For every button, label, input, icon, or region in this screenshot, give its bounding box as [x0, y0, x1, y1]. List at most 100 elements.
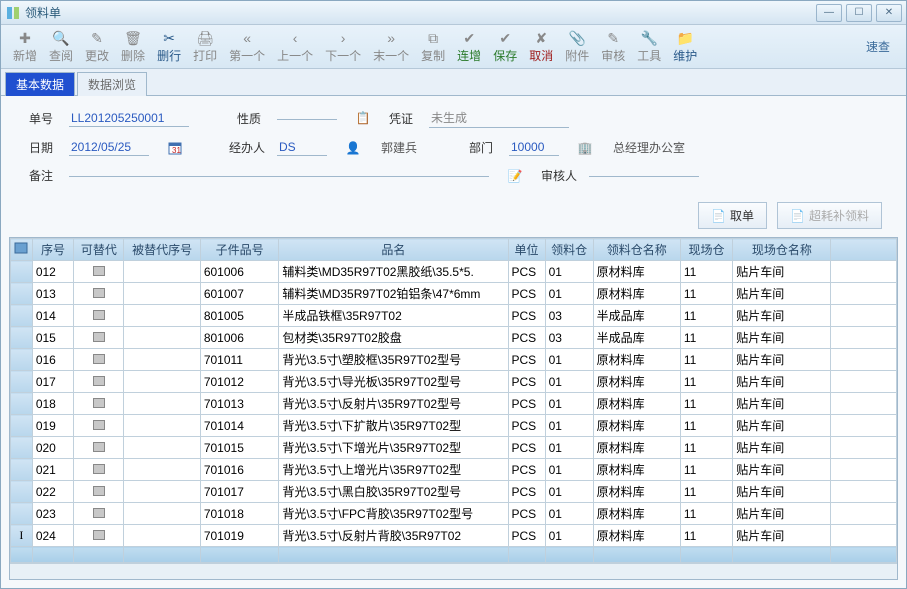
cell[interactable]: PCS [508, 283, 545, 305]
cell[interactable] [124, 415, 200, 437]
toolbar-删行[interactable]: ✂删行 [151, 27, 187, 66]
cell[interactable]: PCS [508, 415, 545, 437]
cell[interactable] [124, 349, 200, 371]
cell[interactable]: 背光\3.5寸\反射片背胶\35R97T02 [279, 525, 508, 547]
cell[interactable]: 背光\3.5寸\FPC背胶\35R97T02型号 [279, 503, 508, 525]
cell[interactable]: PCS [508, 261, 545, 283]
cell[interactable] [124, 525, 200, 547]
cell[interactable]: 013 [32, 283, 73, 305]
cell[interactable]: 背光\3.5寸\黑白胶\35R97T02型号 [279, 481, 508, 503]
cell[interactable]: 原材料库 [593, 481, 680, 503]
cell[interactable]: 原材料库 [593, 393, 680, 415]
cell[interactable] [11, 261, 33, 283]
cell[interactable]: 原材料库 [593, 437, 680, 459]
cell[interactable]: 701017 [200, 481, 279, 503]
table-row[interactable]: 017701012背光\3.5寸\导光板\35R97T02型号PCS01原材料库… [11, 371, 897, 393]
cell[interactable]: 贴片车间 [733, 327, 831, 349]
cell[interactable]: 原材料库 [593, 525, 680, 547]
cell[interactable]: 贴片车间 [733, 437, 831, 459]
col-header[interactable]: 子件品号 [200, 239, 279, 261]
cell[interactable]: PCS [508, 371, 545, 393]
cell[interactable]: 半成品库 [593, 305, 680, 327]
replaceable-checkbox[interactable] [74, 481, 124, 503]
cell[interactable]: 贴片车间 [733, 525, 831, 547]
replaceable-checkbox[interactable] [74, 261, 124, 283]
cell[interactable]: 原材料库 [593, 415, 680, 437]
cell[interactable]: 贴片车间 [733, 283, 831, 305]
cell[interactable] [124, 371, 200, 393]
row-selector-header[interactable] [11, 239, 33, 261]
tab-data-browse[interactable]: 数据浏览 [77, 72, 147, 96]
cell[interactable]: PCS [508, 327, 545, 349]
cell[interactable]: PCS [508, 305, 545, 327]
col-header[interactable]: 序号 [32, 239, 73, 261]
cell[interactable]: 801006 [200, 327, 279, 349]
toolbar-上一个[interactable]: ‹上一个 [271, 27, 319, 66]
cell[interactable]: 01 [545, 481, 593, 503]
cell[interactable]: 01 [545, 437, 593, 459]
table-row[interactable]: 021701016背光\3.5寸\上增光片\35R97T02型PCS01原材料库… [11, 459, 897, 481]
toolbar-审核[interactable]: ✎审核 [595, 27, 631, 66]
cell[interactable] [11, 481, 33, 503]
cell[interactable]: 03 [545, 305, 593, 327]
cell[interactable] [124, 283, 200, 305]
cell[interactable]: 11 [680, 525, 732, 547]
cell[interactable]: 贴片车间 [733, 371, 831, 393]
table-row[interactable]: 014801005半成品铁框\35R97T02PCS03半成品库11贴片车间 [11, 305, 897, 327]
horizontal-scrollbar[interactable] [10, 563, 897, 579]
quick-search-link[interactable]: 速查 [866, 38, 890, 55]
toolbar-打印[interactable]: 🖨打印 [187, 27, 223, 66]
cell[interactable]: 11 [680, 283, 732, 305]
cell[interactable]: 024 [32, 525, 73, 547]
replaceable-checkbox[interactable] [74, 503, 124, 525]
note-icon[interactable]: 📝 [507, 168, 523, 184]
cell[interactable] [11, 415, 33, 437]
cell[interactable]: 11 [680, 305, 732, 327]
cell[interactable] [831, 459, 897, 481]
cell[interactable]: 016 [32, 349, 73, 371]
cell[interactable]: 01 [545, 349, 593, 371]
cell[interactable]: 701013 [200, 393, 279, 415]
cell[interactable]: 原材料库 [593, 283, 680, 305]
cell[interactable]: PCS [508, 525, 545, 547]
cell[interactable]: PCS [508, 437, 545, 459]
cell[interactable]: 01 [545, 261, 593, 283]
cell[interactable]: 背光\3.5寸\导光板\35R97T02型号 [279, 371, 508, 393]
cell[interactable]: 701014 [200, 415, 279, 437]
cell[interactable]: 01 [545, 525, 593, 547]
cell[interactable]: PCS [508, 349, 545, 371]
cell[interactable]: 022 [32, 481, 73, 503]
cell[interactable]: 021 [32, 459, 73, 481]
cell[interactable]: 背光\3.5寸\反射片\35R97T02型号 [279, 393, 508, 415]
replaceable-checkbox[interactable] [74, 459, 124, 481]
field-date[interactable]: 2012/05/25 [69, 139, 149, 156]
field-nature[interactable] [277, 117, 337, 120]
cell[interactable]: 贴片车间 [733, 415, 831, 437]
cell[interactable]: 贴片车间 [733, 503, 831, 525]
cell[interactable] [124, 459, 200, 481]
cell[interactable]: 辅料类\MD35R97T02黑胶纸\35.5*5. [279, 261, 508, 283]
col-header[interactable]: 单位 [508, 239, 545, 261]
replaceable-checkbox[interactable] [74, 327, 124, 349]
col-header[interactable]: 被替代序号 [124, 239, 200, 261]
replaceable-checkbox[interactable] [74, 349, 124, 371]
toolbar-附件[interactable]: 📎附件 [559, 27, 595, 66]
cell[interactable]: 701011 [200, 349, 279, 371]
field-remark[interactable] [69, 174, 489, 177]
cell[interactable] [124, 327, 200, 349]
cell[interactable]: PCS [508, 393, 545, 415]
replaceable-checkbox[interactable] [74, 437, 124, 459]
cell[interactable]: 11 [680, 415, 732, 437]
replaceable-checkbox[interactable] [74, 305, 124, 327]
cell[interactable]: 012 [32, 261, 73, 283]
cell[interactable] [831, 481, 897, 503]
cell[interactable] [11, 459, 33, 481]
cell[interactable] [831, 305, 897, 327]
cell[interactable] [831, 437, 897, 459]
table-row[interactable]: 018701013背光\3.5寸\反射片\35R97T02型号PCS01原材料库… [11, 393, 897, 415]
person-icon[interactable]: 👤 [345, 140, 361, 156]
cell[interactable]: 贴片车间 [733, 459, 831, 481]
cell[interactable]: 701019 [200, 525, 279, 547]
cell[interactable]: 贴片车间 [733, 393, 831, 415]
toolbar-维护[interactable]: 📁维护 [667, 27, 703, 66]
